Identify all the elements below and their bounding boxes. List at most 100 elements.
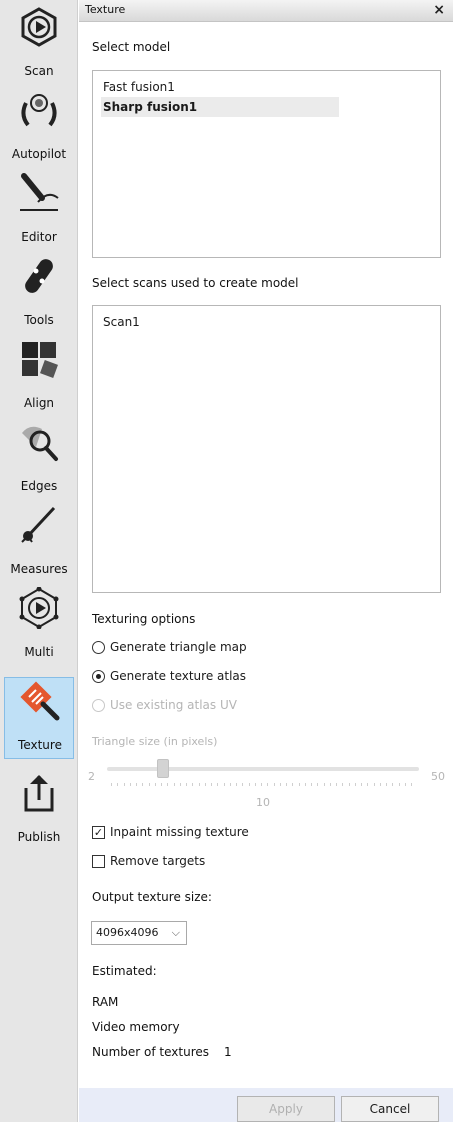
toolbar-label: Multi — [24, 645, 54, 659]
slider-tick — [117, 783, 119, 786]
select-value: 4096x4096 — [96, 926, 159, 939]
slider-ticks — [111, 783, 417, 786]
radio-triangle-map[interactable]: Generate triangle map — [92, 640, 247, 654]
toolbar-item-tools[interactable]: Tools — [4, 253, 74, 335]
slider-thumb — [157, 759, 169, 778]
publish-icon — [24, 775, 54, 812]
slider-value-label: 10 — [256, 796, 270, 809]
toolbar-label: Tools — [24, 313, 54, 327]
slider-tick — [111, 783, 112, 786]
toolbar-label: Texture — [18, 738, 62, 752]
slider-tick — [217, 783, 219, 786]
slider-tick — [167, 783, 169, 786]
cancel-button[interactable]: Cancel — [341, 1096, 439, 1122]
slider-tick — [223, 783, 225, 786]
scan-list[interactable]: Scan1 — [92, 305, 441, 593]
toolbar-item-publish[interactable]: Publish — [4, 770, 74, 852]
radio-label: Use existing atlas UV — [110, 698, 237, 712]
texture-icon — [20, 681, 60, 721]
slider-tick — [298, 783, 300, 786]
toolbar-item-scan[interactable]: Scan — [4, 4, 74, 86]
slider-tick — [161, 783, 162, 786]
texture-panel: Texture × Select model Fast fusion1 Shar… — [79, 0, 453, 1122]
toolbar-item-multi[interactable]: Multi — [4, 585, 74, 667]
radio-button-selected[interactable] — [92, 669, 105, 683]
slider-tick — [348, 783, 350, 786]
toolbar-label: Editor — [21, 230, 57, 244]
slider-min-label: 2 — [88, 770, 95, 783]
slider-tick — [361, 783, 362, 786]
toolbar-label: Scan — [24, 64, 54, 78]
model-list[interactable]: Fast fusion1 Sharp fusion1 — [92, 70, 441, 258]
inpaint-checkbox[interactable]: ✓ Inpaint missing texture — [92, 825, 249, 839]
close-icon[interactable]: × — [433, 2, 445, 18]
toolbar-item-texture[interactable]: Texture — [4, 677, 74, 759]
select-model-label: Select model — [92, 40, 171, 54]
slider-tick — [311, 783, 312, 786]
slider-tick — [192, 783, 194, 786]
ram-label: RAM — [92, 995, 119, 1009]
slider-tick — [386, 783, 387, 786]
list-item-model-selected[interactable]: Sharp fusion1 — [101, 97, 339, 117]
toolbar-label: Measures — [10, 562, 68, 576]
slider-tick — [173, 783, 175, 786]
slider-tick — [336, 783, 337, 786]
slider-tick — [254, 783, 256, 786]
toolbar-item-measures[interactable]: Measures — [4, 502, 74, 584]
toolbar-item-editor[interactable]: Editor — [4, 170, 74, 252]
slider-tick — [373, 783, 375, 786]
slider-tick — [198, 783, 200, 786]
toolbar-item-edges[interactable]: Edges — [4, 419, 74, 501]
radio-button-disabled — [92, 698, 105, 712]
editor-icon — [20, 173, 59, 211]
slider-max-label: 50 — [431, 770, 445, 783]
slider-tick — [367, 783, 369, 786]
align-icon — [22, 342, 58, 378]
checkbox-label: Remove targets — [110, 854, 206, 868]
slider-tick — [204, 783, 206, 786]
apply-button[interactable]: Apply — [237, 1096, 335, 1122]
slider-tick — [411, 783, 412, 786]
slider-tick — [261, 783, 262, 786]
checkbox-checked[interactable]: ✓ — [92, 825, 105, 839]
slider-tick — [136, 783, 137, 786]
toolbar-item-autopilot[interactable]: Autopilot — [4, 87, 74, 169]
slider-tick — [186, 783, 187, 786]
slider-tick — [379, 783, 381, 786]
output-size-label: Output texture size: — [92, 890, 212, 904]
video-memory-label: Video memory — [92, 1020, 180, 1034]
radio-button[interactable] — [92, 640, 105, 654]
remove-targets-checkbox[interactable]: Remove targets — [92, 854, 205, 868]
toolbar-label: Edges — [20, 479, 58, 493]
select-scans-label: Select scans used to create model — [92, 276, 299, 290]
slider-tick — [292, 783, 294, 786]
slider-tick — [329, 783, 331, 786]
chevron-down-icon: ⌵ — [171, 926, 180, 939]
list-item-scan[interactable]: Scan1 — [101, 312, 140, 332]
autopilot-icon — [21, 94, 57, 127]
num-textures-label: Number of textures — [92, 1045, 209, 1059]
toolbar-item-align[interactable]: Align — [4, 336, 74, 418]
checkbox-unchecked[interactable] — [92, 854, 105, 868]
slider-tick — [304, 783, 306, 786]
multi-icon — [19, 587, 59, 629]
slider-tick — [392, 783, 394, 786]
slider-tick — [279, 783, 281, 786]
slider-tick — [236, 783, 237, 786]
output-size-select[interactable]: 4096x4096 ⌵ — [91, 921, 187, 945]
radio-texture-atlas[interactable]: Generate texture atlas — [92, 669, 246, 683]
slider-tick — [398, 783, 400, 786]
list-item-model[interactable]: Fast fusion1 — [101, 77, 175, 97]
tool-sidebar: Scan Autopilot Editor Tools Align Edges … — [0, 0, 78, 1122]
slider-tick — [248, 783, 250, 786]
toolbar-label: Publish — [17, 830, 61, 844]
tools-icon — [25, 259, 53, 293]
estimated-label: Estimated: — [92, 964, 157, 978]
slider-tick — [267, 783, 269, 786]
toolbar-label: Autopilot — [11, 147, 67, 161]
triangle-size-label: Triangle size (in pixels) — [92, 735, 218, 748]
slider-tick — [129, 783, 131, 786]
slider-track — [107, 767, 419, 771]
radio-label: Generate triangle map — [110, 640, 247, 654]
slider-tick — [142, 783, 144, 786]
